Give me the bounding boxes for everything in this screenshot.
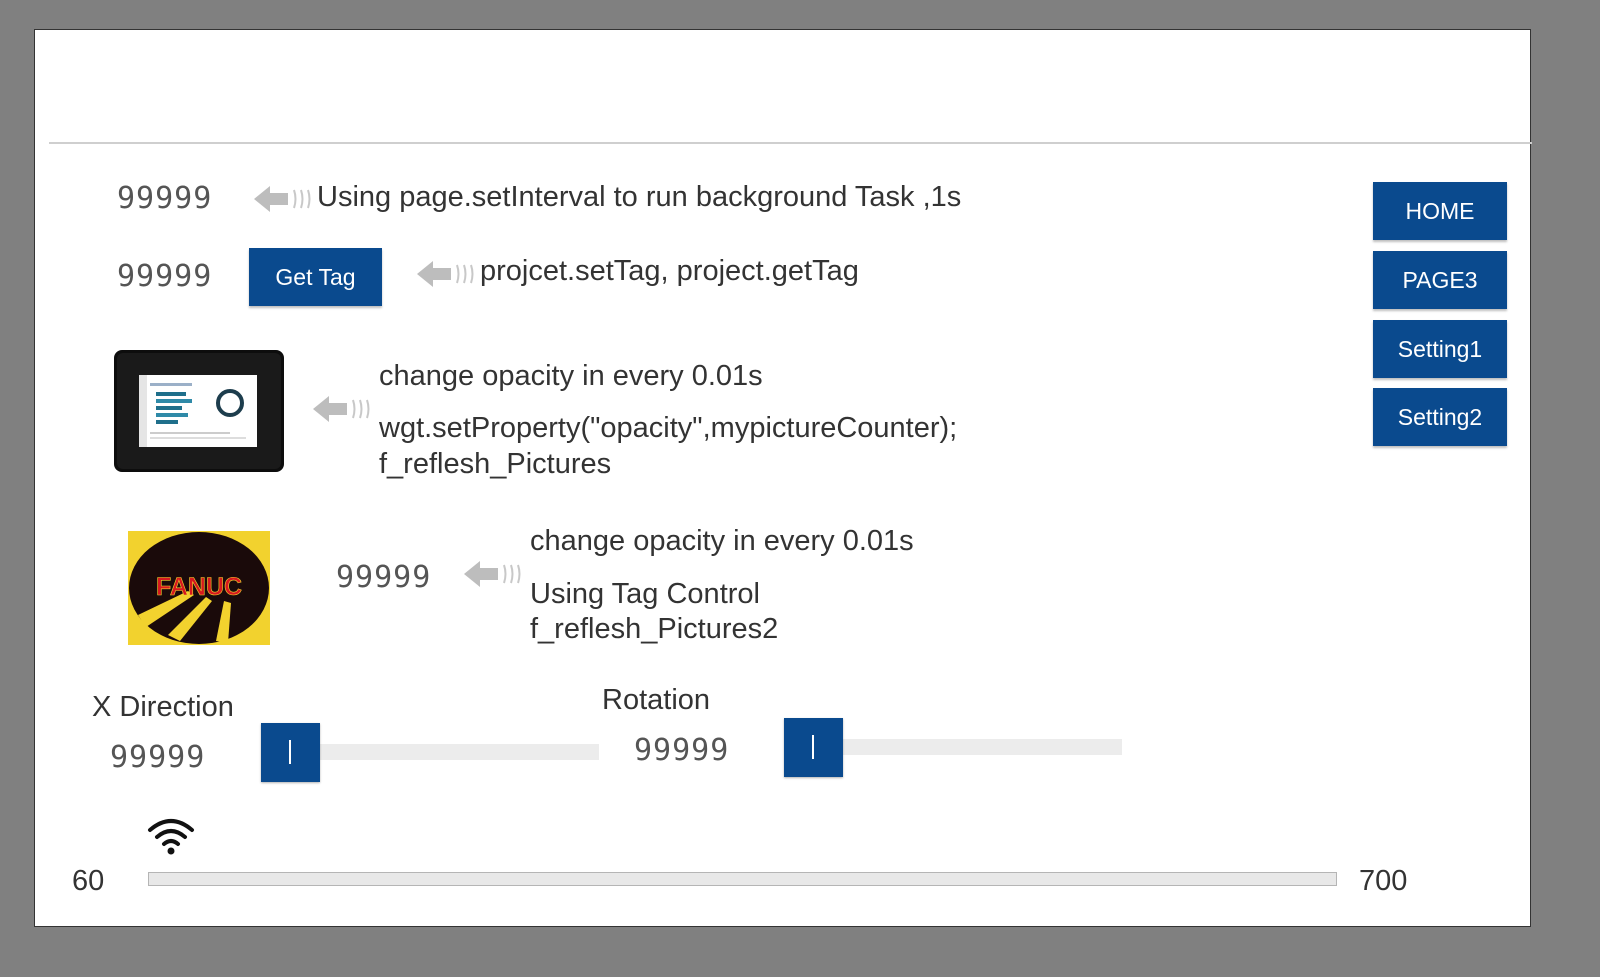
tag-opacity-description-line1: change opacity in every 0.01s	[530, 525, 914, 557]
arrow-left-icon	[417, 261, 474, 287]
x-direction-label: X Direction	[92, 691, 234, 723]
arrow-left-icon	[254, 186, 311, 212]
arrow-left-icon	[464, 561, 521, 587]
nav-setting2-button[interactable]: Setting2	[1373, 388, 1507, 446]
x-direction-slider-thumb[interactable]	[261, 723, 320, 782]
wifi-icon	[148, 819, 194, 855]
arrow-left-icon	[313, 396, 370, 422]
rotation-slider-thumb[interactable]	[784, 718, 843, 777]
signal-min-label: 60	[72, 865, 105, 897]
tag-description: projcet.setTag, project.getTag	[480, 255, 859, 287]
hmi-screen	[34, 29, 1531, 927]
tag-control-value: 99999	[336, 560, 432, 595]
tag-value-display: 99999	[117, 259, 213, 294]
nav-setting1-button[interactable]: Setting1	[1373, 320, 1507, 378]
hmi-device-picture	[114, 350, 284, 472]
tag-opacity-description-line2: Using Tag Control	[530, 578, 760, 610]
background-task-counter: 99999	[117, 181, 213, 216]
nav-page3-button[interactable]: PAGE3	[1373, 251, 1507, 309]
opacity-description-line2: wgt.setProperty("opacity",mypictureCount…	[379, 412, 958, 444]
get-tag-button[interactable]: Get Tag	[249, 248, 382, 306]
rotation-label: Rotation	[602, 684, 711, 716]
tag-opacity-description-line3: f_reflesh_Pictures2	[530, 613, 779, 645]
fanuc-logo-text: FANUC	[156, 573, 242, 601]
header-divider	[49, 142, 1532, 144]
nav-home-button[interactable]: HOME	[1373, 182, 1507, 240]
fanuc-logo: FANUC	[128, 531, 270, 645]
signal-max-label: 700	[1359, 865, 1408, 897]
background-task-description: Using page.setInterval to run background…	[317, 181, 962, 213]
rotation-value: 99999	[634, 733, 730, 768]
signal-strength-bar	[148, 872, 1337, 886]
opacity-description-line1: change opacity in every 0.01s	[379, 360, 763, 392]
x-direction-value: 99999	[110, 740, 206, 775]
opacity-description-line3: f_reflesh_Pictures	[379, 448, 612, 480]
